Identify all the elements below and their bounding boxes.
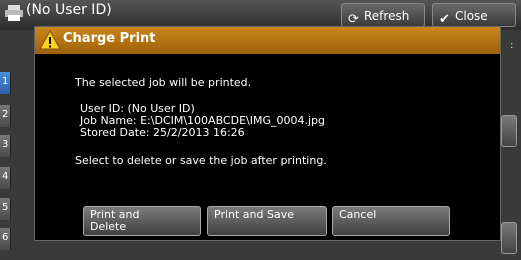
printer-icon [5,5,23,21]
close-button[interactable]: ✔ Close [432,3,516,27]
side-tab-2[interactable]: 2 [0,105,11,127]
stored-date-text: Stored Date: 25/2/2013 16:26 [80,126,245,139]
scroll-down-button[interactable] [501,222,517,254]
app-title: (No User ID) [26,2,112,18]
cancel-button[interactable]: Cancel [332,206,450,236]
refresh-label: Refresh [364,9,410,23]
warning-icon [39,30,61,50]
side-tab-3[interactable]: 3 [0,135,11,157]
side-tab-6[interactable]: 6 [0,228,11,250]
print-and-delete-button[interactable]: Print and Delete [83,206,201,236]
scroll-up-button[interactable] [501,115,517,147]
dialog-prompt: Select to delete or save the job after p… [75,154,327,167]
print-and-delete-label-line2: Delete [90,220,127,233]
bg-colon: : [510,40,514,51]
print-and-save-label: Print and Save [214,208,294,221]
close-label: Close [455,9,488,23]
side-tab-5[interactable]: 5 [0,198,11,220]
refresh-button[interactable]: ⟳ Refresh [341,3,425,27]
print-and-save-button[interactable]: Print and Save [207,206,327,236]
cancel-label: Cancel [339,208,377,221]
dialog-title: Charge Print [63,31,156,46]
dialog-titlebar: Charge Print [35,27,500,54]
charge-print-dialog: Charge Print The selected job will be pr… [34,26,501,241]
dialog-message: The selected job will be printed. [75,76,252,89]
side-tab-4[interactable]: 4 [0,167,11,189]
side-tab-1[interactable]: 1 [0,72,11,94]
